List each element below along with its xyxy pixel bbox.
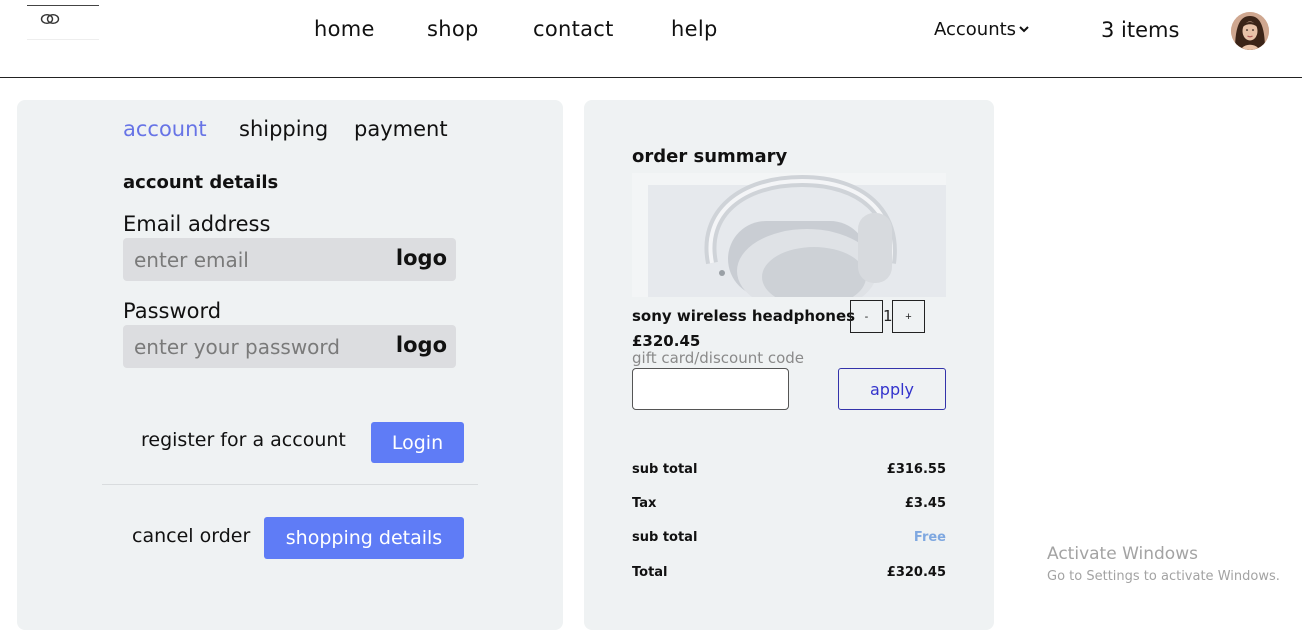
summary-row-total: Total £320.45 <box>632 565 946 580</box>
email-field-wrapper: logo <box>123 238 456 281</box>
summary-value: £3.45 <box>904 496 946 511</box>
summary-row-subtotal: sub total £316.55 <box>632 462 946 477</box>
product-price: £320.45 <box>632 332 701 350</box>
avatar-image <box>1231 12 1269 50</box>
tab-payment[interactable]: payment <box>354 117 448 141</box>
email-field[interactable] <box>123 238 393 281</box>
nav-link-help[interactable]: help <box>671 17 718 41</box>
summary-value-free: Free <box>913 530 946 545</box>
gift-card-input[interactable] <box>632 368 789 410</box>
nav-link-shop[interactable]: shop <box>427 17 479 41</box>
chevron-down-icon <box>1019 22 1029 36</box>
activate-windows-subtitle: Go to Settings to activate Windows. <box>1047 569 1280 584</box>
summary-row-tax: Tax £3.45 <box>632 496 946 511</box>
section-title: account details <box>123 172 279 193</box>
nav-link-home[interactable]: home <box>314 17 375 41</box>
order-summary-panel: order summary sony wireless headphones -… <box>584 100 994 630</box>
summary-label: Tax <box>632 496 657 511</box>
avatar[interactable] <box>1231 12 1269 50</box>
logo-divider <box>27 39 99 40</box>
summary-row-shipping: sub total Free <box>632 530 946 545</box>
summary-value: £316.55 <box>886 462 946 477</box>
quantity-decrease-button[interactable]: - <box>850 300 883 333</box>
accounts-label: Accounts <box>934 19 1017 40</box>
checkout-panel: account shipping payment account details… <box>17 100 563 630</box>
email-label: Email address <box>123 212 271 236</box>
cart-count[interactable]: 3 items <box>1101 18 1179 42</box>
cancel-order-link[interactable]: cancel order <box>132 525 250 547</box>
headphones-image <box>648 174 946 297</box>
summary-value: £320.45 <box>886 565 946 580</box>
login-button[interactable]: Login <box>371 422 464 463</box>
accounts-dropdown[interactable]: Accounts <box>934 19 1029 40</box>
password-field[interactable] <box>123 325 393 368</box>
email-logo-text: logo <box>395 246 447 270</box>
interlocked-rings-icon <box>40 13 60 25</box>
brand-logo[interactable] <box>27 5 99 55</box>
shopping-details-button[interactable]: shopping details <box>264 517 464 559</box>
register-link[interactable]: register for a account <box>141 429 346 451</box>
top-header: home shop contact help Accounts 3 items <box>0 0 1302 78</box>
order-summary-title: order summary <box>632 146 788 167</box>
activate-windows-title: Activate Windows <box>1047 544 1198 564</box>
apply-button[interactable]: apply <box>838 368 946 410</box>
divider <box>102 484 478 485</box>
password-label: Password <box>123 299 222 323</box>
summary-label: sub total <box>632 462 698 477</box>
product-name: sony wireless headphones <box>632 307 856 325</box>
tab-account[interactable]: account <box>123 117 207 141</box>
tab-shipping[interactable]: shipping <box>239 117 328 141</box>
summary-label: Total <box>632 565 668 580</box>
product-image <box>632 173 946 297</box>
password-field-wrapper: logo <box>123 325 456 368</box>
summary-label: sub total <box>632 530 698 545</box>
nav-link-contact[interactable]: contact <box>533 17 614 41</box>
quantity-increase-button[interactable]: + <box>892 300 925 333</box>
gift-card-label: gift card/discount code <box>632 349 805 367</box>
password-logo-text: logo <box>395 333 447 357</box>
